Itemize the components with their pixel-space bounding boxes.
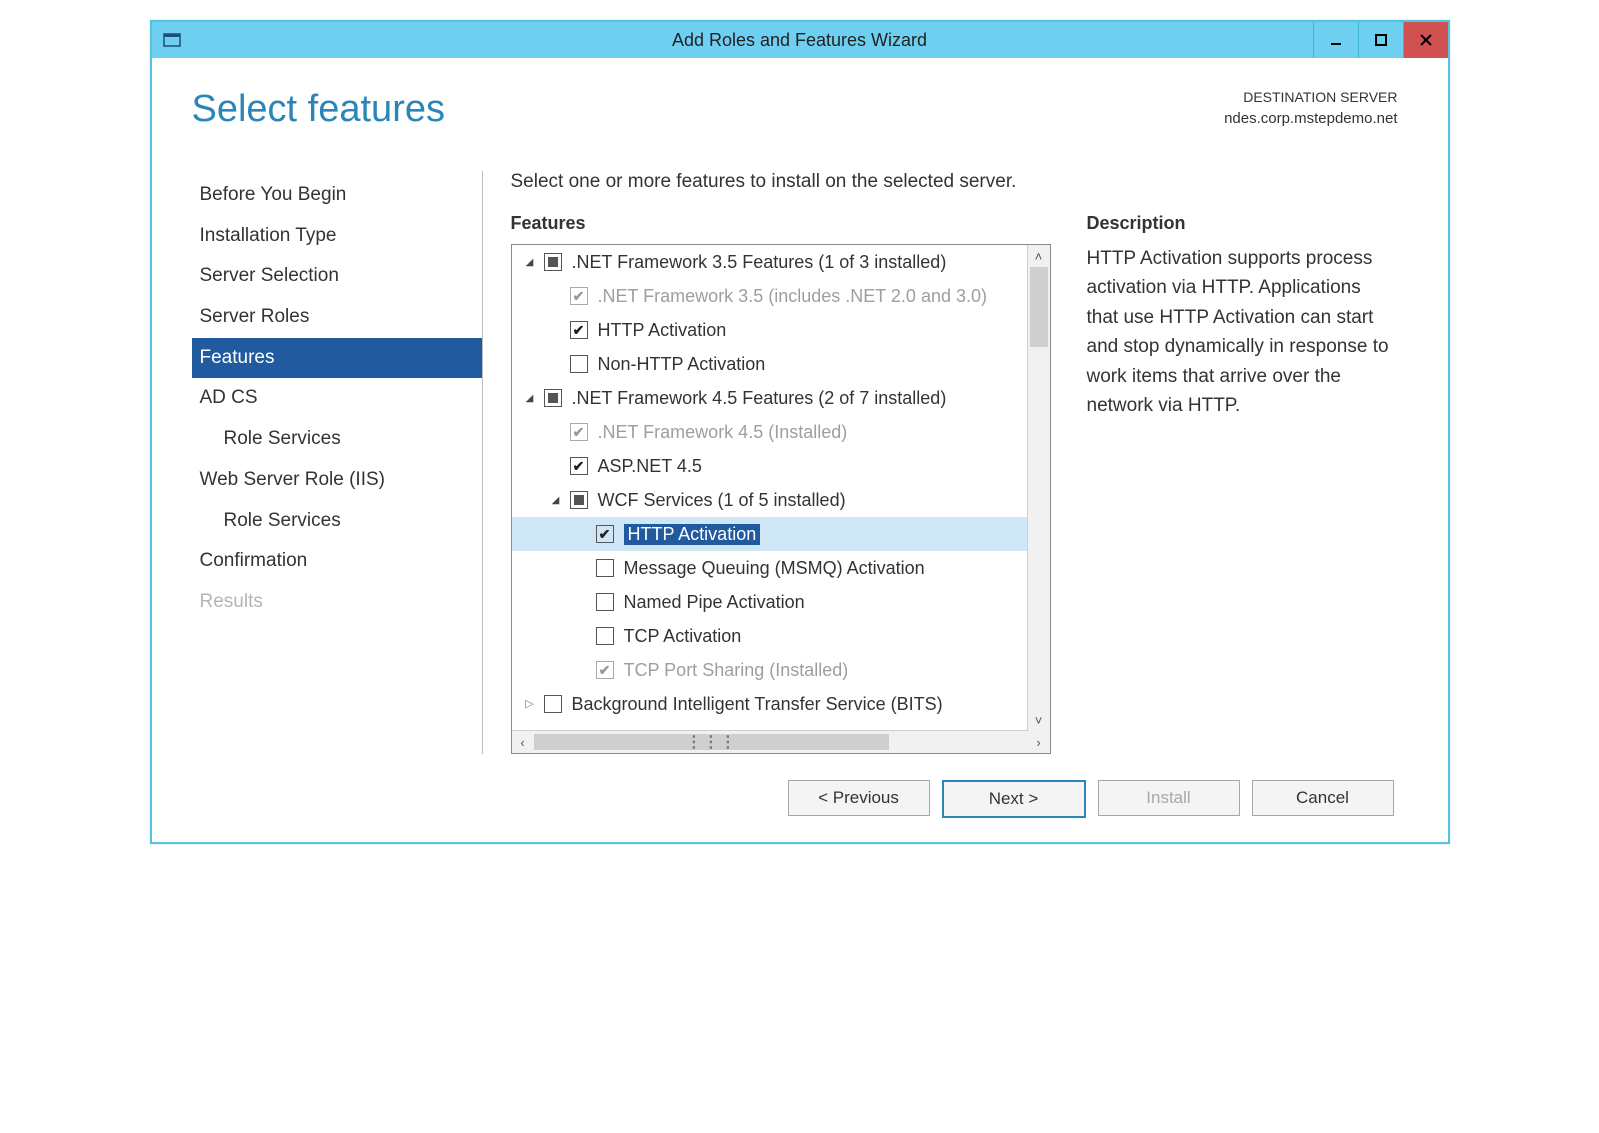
sidebar-item-before-you-begin[interactable]: Before You Begin xyxy=(192,175,482,216)
feature-label[interactable]: .NET Framework 4.5 (Installed) xyxy=(598,422,848,443)
feature-checkbox[interactable] xyxy=(544,695,562,713)
expander-icon[interactable] xyxy=(522,390,538,404)
sidebar-item-installation-type[interactable]: Installation Type xyxy=(192,216,482,257)
feature-row[interactable]: Named Pipe Activation xyxy=(512,585,1050,619)
features-tree-body[interactable]: .NET Framework 3.5 Features (1 of 3 inst… xyxy=(512,245,1050,730)
feature-row[interactable]: WCF Services (1 of 5 installed) xyxy=(512,483,1050,517)
feature-checkbox[interactable] xyxy=(570,321,588,339)
feature-checkbox[interactable] xyxy=(596,627,614,645)
feature-row[interactable]: TCP Activation xyxy=(512,619,1050,653)
expander-icon[interactable] xyxy=(522,254,538,268)
scroll-down-icon[interactable]: ˅ xyxy=(1028,709,1050,731)
vscroll-track[interactable] xyxy=(1028,267,1050,709)
feature-checkbox xyxy=(570,423,588,441)
feature-checkbox xyxy=(596,661,614,679)
maximize-button[interactable] xyxy=(1358,22,1403,58)
feature-label[interactable]: .NET Framework 4.5 Features (2 of 7 inst… xyxy=(572,388,947,409)
destination-server-name: ndes.corp.mstepdemo.net xyxy=(1224,108,1397,129)
features-heading: Features xyxy=(511,213,1051,234)
feature-label[interactable]: Background Intelligent Transfer Service … xyxy=(572,694,943,715)
feature-label[interactable]: TCP Port Sharing (Installed) xyxy=(624,660,849,681)
description-text: HTTP Activation supports process activat… xyxy=(1087,244,1398,421)
feature-checkbox[interactable] xyxy=(596,559,614,577)
sidebar-item-results: Results xyxy=(192,582,482,623)
intro-text: Select one or more features to install o… xyxy=(511,171,1398,193)
feature-label[interactable]: HTTP Activation xyxy=(624,524,761,545)
feature-checkbox[interactable] xyxy=(596,525,614,543)
feature-row[interactable]: .NET Framework 3.5 Features (1 of 3 inst… xyxy=(512,245,1050,279)
feature-checkbox[interactable] xyxy=(570,491,588,509)
features-column: Features .NET Framework 3.5 Features (1 … xyxy=(511,213,1051,754)
feature-row[interactable]: .NET Framework 4.5 (Installed) xyxy=(512,415,1050,449)
wizard-sidebar: Before You BeginInstallation TypeServer … xyxy=(192,171,483,754)
close-button[interactable] xyxy=(1403,22,1448,58)
feature-row[interactable]: Non-HTTP Activation xyxy=(512,347,1050,381)
minimize-button[interactable] xyxy=(1313,22,1358,58)
hscroll-thumb[interactable]: ⋮⋮⋮ xyxy=(534,734,890,750)
scroll-left-icon[interactable]: ‹ xyxy=(512,731,534,753)
expander-icon[interactable] xyxy=(522,696,538,710)
expander-icon[interactable] xyxy=(548,492,564,506)
description-column: Description HTTP Activation supports pro… xyxy=(1087,213,1398,754)
hscroll-track[interactable]: ⋮⋮⋮ xyxy=(534,731,1028,753)
next-button[interactable]: Next > xyxy=(942,780,1086,818)
main-panel: Select one or more features to install o… xyxy=(483,171,1398,754)
window-title: Add Roles and Features Wizard xyxy=(152,30,1448,51)
destination-server: DESTINATION SERVER ndes.corp.mstepdemo.n… xyxy=(1224,88,1397,129)
feature-checkbox[interactable] xyxy=(544,253,562,271)
feature-label[interactable]: Named Pipe Activation xyxy=(624,592,805,613)
feature-row[interactable]: HTTP Activation xyxy=(512,313,1050,347)
app-icon xyxy=(158,26,186,54)
columns: Features .NET Framework 3.5 Features (1 … xyxy=(511,213,1398,754)
features-tree: .NET Framework 3.5 Features (1 of 3 inst… xyxy=(511,244,1051,754)
scroll-right-icon[interactable]: › xyxy=(1028,731,1050,753)
wizard-buttons: < Previous Next > Install Cancel xyxy=(192,754,1398,828)
titlebar: Add Roles and Features Wizard xyxy=(152,22,1448,58)
vscroll-thumb[interactable] xyxy=(1030,267,1048,347)
destination-server-label: DESTINATION SERVER xyxy=(1224,88,1397,108)
feature-checkbox[interactable] xyxy=(596,593,614,611)
horizontal-scrollbar[interactable]: ‹ ⋮⋮⋮ › xyxy=(512,730,1050,753)
vertical-scrollbar[interactable]: ˄ ˅ xyxy=(1027,245,1050,731)
feature-checkbox[interactable] xyxy=(570,355,588,373)
feature-label[interactable]: WCF Services (1 of 5 installed) xyxy=(598,490,846,511)
feature-label[interactable]: TCP Activation xyxy=(624,626,742,647)
install-button[interactable]: Install xyxy=(1098,780,1240,816)
feature-row[interactable]: .NET Framework 3.5 (includes .NET 2.0 an… xyxy=(512,279,1050,313)
feature-checkbox[interactable] xyxy=(544,389,562,407)
wizard-window: Add Roles and Features Wizard Select fea… xyxy=(150,20,1450,844)
window-buttons xyxy=(1313,22,1448,58)
feature-row[interactable]: Background Intelligent Transfer Service … xyxy=(512,687,1050,721)
body: Before You BeginInstallation TypeServer … xyxy=(192,171,1398,754)
sidebar-item-server-selection[interactable]: Server Selection xyxy=(192,256,482,297)
feature-label[interactable]: .NET Framework 3.5 (includes .NET 2.0 an… xyxy=(598,286,988,307)
feature-row[interactable]: .NET Framework 4.5 Features (2 of 7 inst… xyxy=(512,381,1050,415)
sidebar-item-role-services[interactable]: Role Services xyxy=(192,501,482,542)
feature-row[interactable]: Message Queuing (MSMQ) Activation xyxy=(512,551,1050,585)
feature-checkbox[interactable] xyxy=(570,457,588,475)
scroll-up-icon[interactable]: ˄ xyxy=(1028,245,1050,267)
sidebar-item-web-server-role-iis-[interactable]: Web Server Role (IIS) xyxy=(192,460,482,501)
sidebar-item-features[interactable]: Features xyxy=(192,338,482,379)
header: Select features DESTINATION SERVER ndes.… xyxy=(192,88,1398,131)
feature-label[interactable]: HTTP Activation xyxy=(598,320,727,341)
sidebar-item-role-services[interactable]: Role Services xyxy=(192,419,482,460)
cancel-button[interactable]: Cancel xyxy=(1252,780,1394,816)
feature-row[interactable]: ASP.NET 4.5 xyxy=(512,449,1050,483)
feature-label[interactable]: Non-HTTP Activation xyxy=(598,354,766,375)
feature-row[interactable]: TCP Port Sharing (Installed) xyxy=(512,653,1050,687)
description-heading: Description xyxy=(1087,213,1398,234)
content: Select features DESTINATION SERVER ndes.… xyxy=(152,58,1448,842)
feature-row[interactable]: HTTP Activation xyxy=(512,517,1050,551)
sidebar-item-confirmation[interactable]: Confirmation xyxy=(192,541,482,582)
sidebar-item-server-roles[interactable]: Server Roles xyxy=(192,297,482,338)
page-title: Select features xyxy=(192,88,445,131)
previous-button[interactable]: < Previous xyxy=(788,780,930,816)
feature-label[interactable]: ASP.NET 4.5 xyxy=(598,456,702,477)
feature-label[interactable]: .NET Framework 3.5 Features (1 of 3 inst… xyxy=(572,252,947,273)
feature-checkbox xyxy=(570,287,588,305)
sidebar-item-ad-cs[interactable]: AD CS xyxy=(192,378,482,419)
feature-label[interactable]: Message Queuing (MSMQ) Activation xyxy=(624,558,925,579)
